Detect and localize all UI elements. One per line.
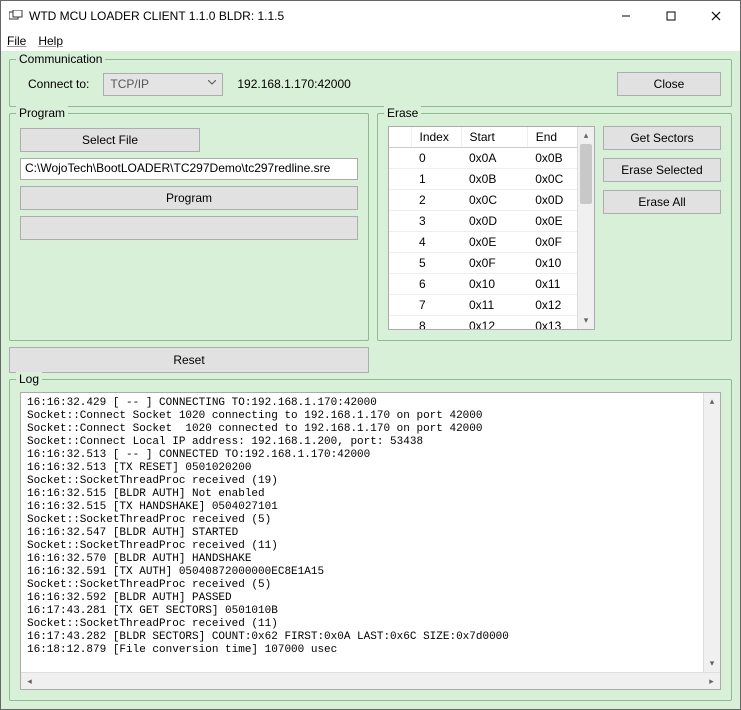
cell-index: 0 <box>411 148 461 169</box>
close-window-button[interactable] <box>693 2 738 30</box>
col-checkbox <box>389 127 411 148</box>
scroll-right-icon[interactable]: ▸ <box>703 673 720 690</box>
close-connection-button[interactable]: Close <box>617 72 721 96</box>
menubar: File Help <box>1 31 740 51</box>
program-group: Program Select File C:\WojoTech\BootLOAD… <box>9 113 369 341</box>
select-file-button[interactable]: Select File <box>20 128 200 152</box>
mid-row: Program Select File C:\WojoTech\BootLOAD… <box>9 113 732 341</box>
cell-index: 4 <box>411 232 461 253</box>
address-label: 192.168.1.170:42000 <box>237 77 350 91</box>
chevron-down-icon <box>208 78 216 89</box>
cell-start: 0x0D <box>461 211 527 232</box>
minimize-button[interactable] <box>603 2 648 30</box>
cell-index: 6 <box>411 274 461 295</box>
communication-group: Communication Connect to: TCP/IP 192.168… <box>9 59 732 107</box>
table-row[interactable]: 40x0E0x0F <box>389 232 594 253</box>
row-checkbox[interactable] <box>389 211 411 232</box>
cell-start: 0x0F <box>461 253 527 274</box>
scroll-up-icon[interactable]: ▴ <box>704 393 720 410</box>
scroll-up-icon[interactable]: ▴ <box>578 127 594 144</box>
window-controls <box>603 2 738 30</box>
erase-table[interactable]: Index Start End 00x0A0x0B10x0B0x0C20x0C0… <box>389 127 594 330</box>
cell-index: 1 <box>411 169 461 190</box>
row-checkbox[interactable] <box>389 232 411 253</box>
col-index[interactable]: Index <box>411 127 461 148</box>
cell-index: 3 <box>411 211 461 232</box>
cell-index: 2 <box>411 190 461 211</box>
row-checkbox[interactable] <box>389 316 411 331</box>
row-checkbox[interactable] <box>389 148 411 169</box>
log-vertical-scrollbar[interactable]: ▴ ▾ <box>703 393 720 672</box>
table-row[interactable]: 70x110x12 <box>389 295 594 316</box>
window-title: WTD MCU LOADER CLIENT 1.1.0 BLDR: 1.1.5 <box>29 9 603 23</box>
log-title: Log <box>16 372 42 386</box>
cell-start: 0x10 <box>461 274 527 295</box>
cell-start: 0x0A <box>461 148 527 169</box>
menu-help[interactable]: Help <box>38 34 63 48</box>
menu-file[interactable]: File <box>7 34 26 48</box>
erase-all-button[interactable]: Erase All <box>603 190 721 214</box>
table-row[interactable]: 60x100x11 <box>389 274 594 295</box>
row-checkbox[interactable] <box>389 190 411 211</box>
log-textarea[interactable]: 16:16:32.429 [ -- ] CONNECTING TO:192.16… <box>21 393 720 672</box>
table-row[interactable]: 00x0A0x0B <box>389 148 594 169</box>
erase-table-wrap: Index Start End 00x0A0x0B10x0B0x0C20x0C0… <box>388 126 595 330</box>
app-icon <box>9 10 23 22</box>
row-checkbox[interactable] <box>389 274 411 295</box>
table-row[interactable]: 30x0D0x0E <box>389 211 594 232</box>
cell-index: 5 <box>411 253 461 274</box>
col-start[interactable]: Start <box>461 127 527 148</box>
scroll-down-icon[interactable]: ▾ <box>578 312 594 329</box>
communication-title: Communication <box>16 52 105 66</box>
table-row[interactable]: 20x0C0x0D <box>389 190 594 211</box>
cell-start: 0x11 <box>461 295 527 316</box>
log-horizontal-scrollbar[interactable]: ◂ ▸ <box>21 672 720 689</box>
file-path-field[interactable]: C:\WojoTech\BootLOADER\TC297Demo\tc297re… <box>20 158 358 180</box>
log-group: Log 16:16:32.429 [ -- ] CONNECTING TO:19… <box>9 379 732 701</box>
titlebar: WTD MCU LOADER CLIENT 1.1.0 BLDR: 1.1.5 <box>1 1 740 31</box>
protocol-value: TCP/IP <box>110 77 149 91</box>
erase-title: Erase <box>384 106 421 120</box>
erase-vertical-scrollbar[interactable]: ▴ ▾ <box>577 127 594 329</box>
cell-start: 0x0B <box>461 169 527 190</box>
cell-start: 0x0E <box>461 232 527 253</box>
app-window: WTD MCU LOADER CLIENT 1.1.0 BLDR: 1.1.5 … <box>0 0 741 710</box>
log-box: 16:16:32.429 [ -- ] CONNECTING TO:192.16… <box>20 392 721 690</box>
connect-to-label: Connect to: <box>28 77 89 91</box>
erase-side-buttons: Get Sectors Erase Selected Erase All <box>603 126 721 330</box>
cell-start: 0x0C <box>461 190 527 211</box>
scroll-thumb[interactable] <box>580 144 592 204</box>
table-row[interactable]: 50x0F0x10 <box>389 253 594 274</box>
erase-group: Erase Index Start End 00x0A0x0B10x0B0x0C… <box>377 113 732 341</box>
reset-button[interactable]: Reset <box>9 347 369 373</box>
protocol-combo[interactable]: TCP/IP <box>103 73 223 96</box>
program-button[interactable]: Program <box>20 186 358 210</box>
cell-start: 0x12 <box>461 316 527 331</box>
program-title: Program <box>16 106 68 120</box>
table-row[interactable]: 10x0B0x0C <box>389 169 594 190</box>
get-sectors-button[interactable]: Get Sectors <box>603 126 721 150</box>
client-area: Communication Connect to: TCP/IP 192.168… <box>1 51 740 709</box>
cell-index: 8 <box>411 316 461 331</box>
empty-status-bar <box>20 216 358 240</box>
row-checkbox[interactable] <box>389 169 411 190</box>
maximize-button[interactable] <box>648 2 693 30</box>
row-checkbox[interactable] <box>389 253 411 274</box>
erase-selected-button[interactable]: Erase Selected <box>603 158 721 182</box>
scroll-left-icon[interactable]: ◂ <box>21 673 38 690</box>
table-row[interactable]: 80x120x13 <box>389 316 594 331</box>
scroll-down-icon[interactable]: ▾ <box>704 655 720 672</box>
row-checkbox[interactable] <box>389 295 411 316</box>
cell-index: 7 <box>411 295 461 316</box>
